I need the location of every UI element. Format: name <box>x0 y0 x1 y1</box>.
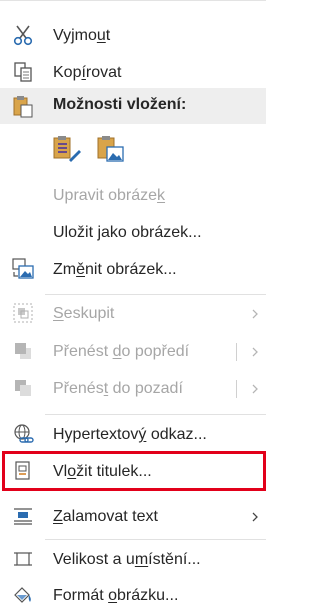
paste-options-header: Možnosti vložení: <box>0 88 266 124</box>
context-menu: Vyjmout Kopírovat Možnosti vložení: Upra… <box>0 0 266 605</box>
size-position-icon <box>10 546 36 572</box>
group-icon <box>10 300 36 326</box>
menu-item-format-picture[interactable]: Formát obrázku... <box>0 585 266 605</box>
paste-options-label: Možnosti vložení: <box>53 96 187 113</box>
menu-item-cut[interactable]: Vyjmout <box>0 24 266 48</box>
menu-item-edit-image-label: Upravit obrázek <box>53 187 166 204</box>
wrap-text-icon <box>10 503 36 529</box>
menu-item-cut-label: Vyjmout <box>53 27 111 44</box>
menu-item-send-backward: Přenést do pozadí <box>0 377 266 401</box>
clipboard-icon <box>10 93 36 119</box>
menu-item-bring-forward: Přenést do popředí <box>0 340 266 364</box>
menu-item-wrap-text[interactable]: Zalamovat text <box>0 505 266 529</box>
split-separator <box>236 380 237 398</box>
menu-item-bring-forward-label: Přenést do popředí <box>53 343 190 360</box>
menu-item-group-label: Seskupit <box>53 305 115 322</box>
menu-item-send-backward-label: Přenést do pozadí <box>53 380 183 397</box>
format-paint-icon <box>10 582 36 605</box>
paste-as-picture-icon[interactable] <box>96 134 126 164</box>
copy-icon <box>10 59 36 85</box>
menu-item-save-as-image[interactable]: Uložit jako obrázek... <box>0 221 266 245</box>
menu-item-format-picture-label: Formát obrázku... <box>53 587 179 604</box>
menu-item-wrap-text-label: Zalamovat text <box>53 508 158 525</box>
menu-item-size-position[interactable]: Velikost a umístění... <box>0 548 266 572</box>
menu-item-change-image[interactable]: Změnit obrázek... <box>0 258 266 282</box>
scissors-icon <box>10 22 36 48</box>
split-separator <box>236 343 237 361</box>
menu-item-group: Seskupit <box>0 302 266 326</box>
chevron-right-icon <box>250 382 260 396</box>
menu-separator <box>45 294 266 295</box>
chevron-right-icon <box>250 345 260 359</box>
chevron-right-icon <box>250 510 260 524</box>
menu-item-insert-caption-label: Vložit titulek... <box>53 463 152 480</box>
chevron-right-icon <box>250 307 260 321</box>
menu-top-edge <box>0 0 266 14</box>
menu-item-edit-image: Upravit obrázek <box>0 184 266 208</box>
caption-icon <box>10 458 36 484</box>
hyperlink-globe-icon <box>10 421 36 447</box>
paste-options-row <box>0 132 266 166</box>
menu-separator <box>45 539 266 540</box>
menu-separator <box>45 414 266 415</box>
menu-item-copy[interactable]: Kopírovat <box>0 61 266 85</box>
send-backward-icon <box>10 375 36 401</box>
menu-item-size-position-label: Velikost a umístění... <box>53 551 201 568</box>
bring-forward-icon <box>10 338 36 364</box>
menu-item-save-as-image-label: Uložit jako obrázek... <box>53 224 202 241</box>
menu-item-hyperlink-label: Hypertextový odkaz... <box>53 426 207 443</box>
change-picture-icon <box>10 256 36 282</box>
menu-item-insert-caption[interactable]: Vložit titulek... <box>0 460 266 484</box>
paste-keep-formatting-icon[interactable] <box>52 134 82 164</box>
menu-item-copy-label: Kopírovat <box>53 64 122 81</box>
menu-item-change-image-label: Změnit obrázek... <box>53 261 177 278</box>
menu-item-hyperlink[interactable]: Hypertextový odkaz... <box>0 423 266 447</box>
